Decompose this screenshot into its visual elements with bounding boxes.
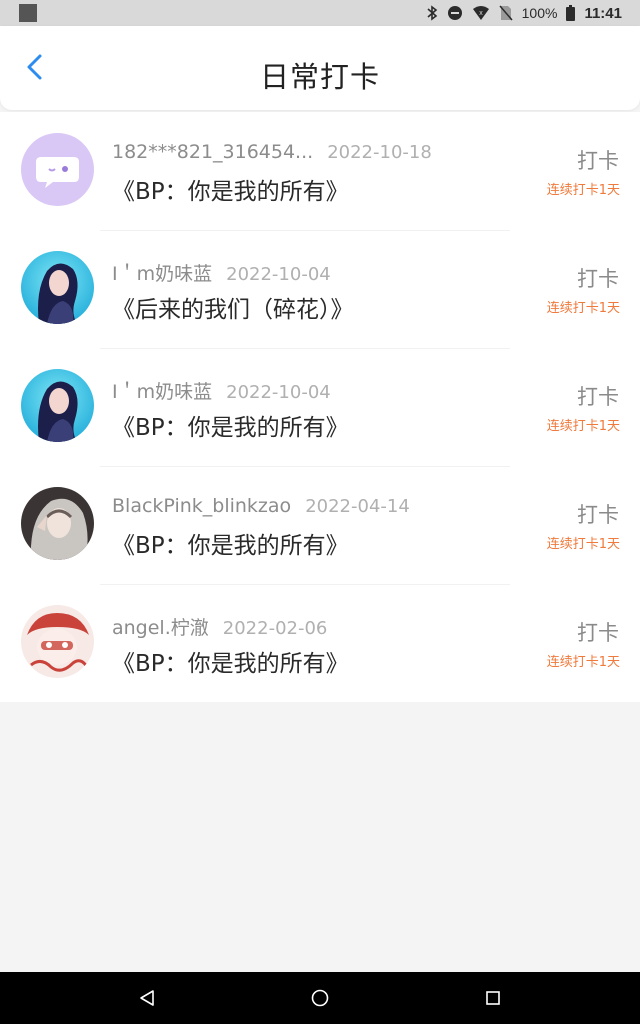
checkin-date: 2022-02-06 [222,618,328,639]
checkin-row[interactable]: 182***821_316454... 2022-10-18 《BP：你是我的所有… [0,112,640,230]
username[interactable]: I＇m奶味蓝 [112,263,212,285]
checkin-row[interactable]: angel.柠澈 2022-02-06 《BP：你是我的所有》 打卡 连续打卡1天 [0,584,640,702]
streak-label: 连续打卡1天 [546,183,620,198]
checkin-label: 打卡 [577,621,619,645]
streak-label: 连续打卡1天 [546,301,620,316]
username[interactable]: angel.柠澈 [112,617,209,639]
battery-icon [566,5,576,21]
user-info: I＇m奶味蓝 2022-10-04 [112,377,331,404]
nav-recents-button[interactable] [484,988,502,1012]
user-info: 182***821_316454... 2022-10-18 [112,141,432,163]
page-title: 日常打卡 [259,60,380,94]
avatar[interactable] [21,487,94,560]
username[interactable]: I＇m奶味蓝 [112,381,212,403]
user-info: I＇m奶味蓝 2022-10-04 [112,259,331,286]
book-title[interactable]: 《BP：你是我的所有》 [112,408,349,442]
system-nav-bar [0,972,640,1024]
header: 日常打卡 [0,26,640,110]
battery-percent: 100% [521,5,558,21]
book-title[interactable]: 《BP：你是我的所有》 [112,526,349,560]
checkin-date: 2022-10-04 [226,382,331,403]
user-info: angel.柠澈 2022-02-06 [112,613,327,640]
checkin-row[interactable]: I＇m奶味蓝 2022-10-04 《BP：你是我的所有》 打卡 连续打卡1天 [0,348,640,466]
avatar[interactable] [21,133,94,206]
checkin-label: 打卡 [577,149,619,173]
avatar-image [21,487,94,560]
chat-bubble-avatar-icon [21,133,94,206]
status-bar: x 100% 11:41 [0,0,640,26]
nav-back-button[interactable] [138,988,156,1012]
checkin-label: 打卡 [577,267,619,291]
no-sim-icon [499,5,513,21]
square-recents-icon [486,991,500,1005]
notification-icon [19,4,37,22]
status-icons: x 100% 11:41 [426,0,622,26]
user-info: BlackPink_blinkzao 2022-04-14 [112,495,410,517]
checkin-label: 打卡 [577,503,619,527]
avatar[interactable] [21,251,94,324]
nav-home-button[interactable] [310,988,330,1012]
avatar-image [21,251,94,324]
checkin-list: 182***821_316454... 2022-10-18 《BP：你是我的所有… [0,112,640,702]
avatar[interactable] [21,369,94,442]
do-not-disturb-icon [447,5,463,21]
svg-text:x: x [479,10,483,17]
checkin-date: 2022-10-04 [226,264,331,285]
book-title[interactable]: 《BP：你是我的所有》 [112,172,349,206]
checkin-label: 打卡 [577,385,619,409]
avatar-image [21,369,94,442]
triangle-back-icon [140,990,154,1006]
avatar-image [21,605,94,678]
clock: 11:41 [584,4,622,22]
streak-label: 连续打卡1天 [546,419,620,434]
checkin-date: 2022-04-14 [305,496,410,517]
username[interactable]: 182***821_316454... [112,141,313,163]
streak-label: 连续打卡1天 [546,537,620,552]
username[interactable]: BlackPink_blinkzao [112,495,291,517]
checkin-row[interactable]: I＇m奶味蓝 2022-10-04 《后来的我们（碎花）》 打卡 连续打卡1天 [0,230,640,348]
checkin-date: 2022-10-18 [327,142,432,163]
checkin-row[interactable]: BlackPink_blinkzao 2022-04-14 《BP：你是我的所有》… [0,466,640,584]
book-title[interactable]: 《后来的我们（碎花）》 [112,290,354,324]
bluetooth-icon [426,5,438,21]
streak-label: 连续打卡1天 [546,655,620,670]
book-title[interactable]: 《BP：你是我的所有》 [112,644,349,678]
avatar[interactable] [21,605,94,678]
wifi-icon: x [472,5,490,21]
circle-home-icon [311,989,329,1007]
